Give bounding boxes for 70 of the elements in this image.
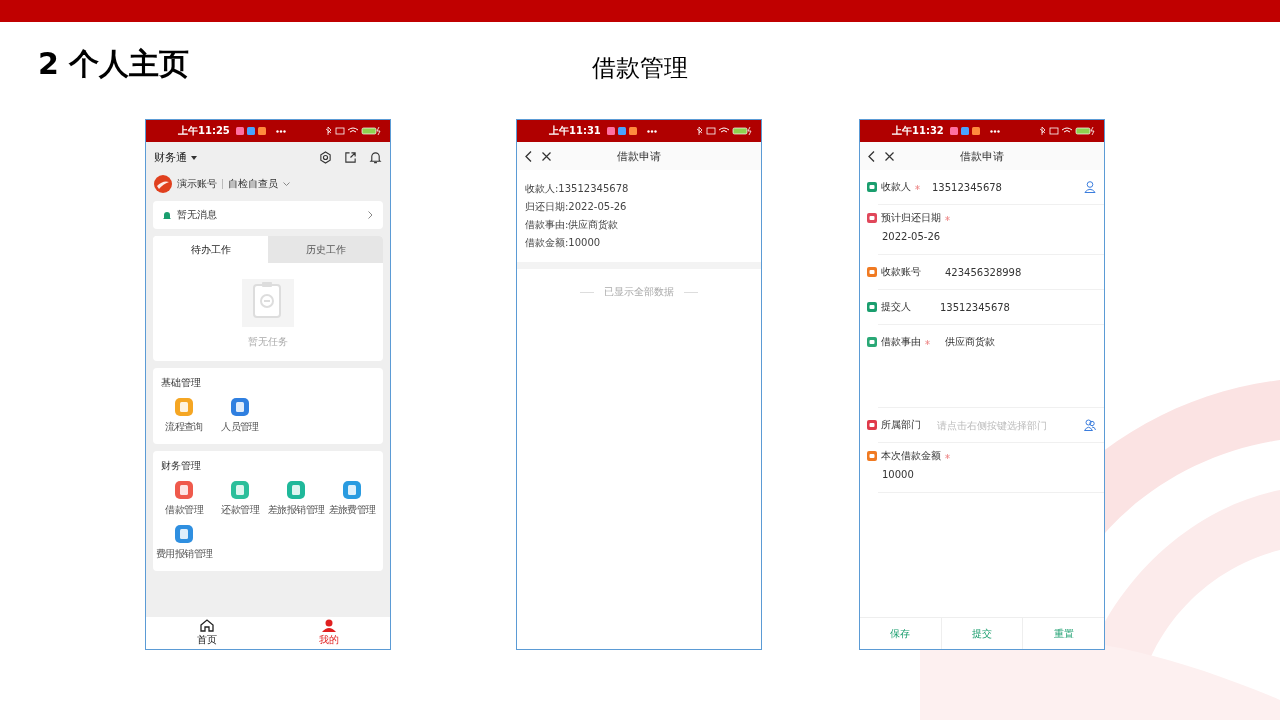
field-label: 提交人 — [881, 300, 911, 314]
settings-icon[interactable] — [319, 151, 332, 164]
back-icon[interactable] — [525, 150, 532, 162]
tab[interactable]: 历史工作 — [268, 236, 383, 263]
input-field[interactable]: 2022-05-26 — [882, 231, 1032, 242]
section-title: 财务管理 — [160, 459, 202, 473]
page-title: 借款申请 — [617, 148, 661, 164]
end-of-list-text: 已显示全部数据 — [604, 285, 674, 299]
field-label: 预计归还日期 — [881, 211, 941, 225]
menu-item-label[interactable]: 差旅费管理 — [328, 503, 376, 517]
more-icon — [646, 129, 657, 133]
menu-item-label[interactable]: 流程查询 — [165, 420, 203, 434]
input-field[interactable]: 13512345678 — [932, 181, 1072, 193]
input-field[interactable]: 13512345678 — [940, 301, 1080, 313]
more-icon — [275, 129, 286, 133]
dropdown-caret-icon[interactable] — [191, 155, 197, 160]
status-time: 上午11:25 — [178, 124, 230, 138]
notice-text: 暂无消息 — [177, 208, 217, 222]
app-tile-icon[interactable] — [231, 481, 250, 499]
field-label: 收款账号 — [881, 265, 921, 279]
chevron-right-icon — [368, 211, 373, 219]
input-field[interactable]: 供应商货款 — [945, 336, 1085, 348]
home-icon — [200, 619, 214, 632]
account-role[interactable]: 自检自查员 — [228, 177, 278, 191]
detail-line: 收款人:13512345678 — [525, 182, 630, 196]
slide-title: 2 个人主页 — [38, 45, 191, 83]
app-tile-icon[interactable] — [175, 398, 193, 416]
system-status-icons — [697, 127, 753, 135]
app-tile-icon[interactable] — [175, 481, 194, 499]
app-tile-icon[interactable] — [175, 525, 194, 543]
input-field[interactable]: 423456328998 — [945, 266, 1085, 278]
chevron-down-icon[interactable] — [283, 182, 290, 186]
close-icon[interactable] — [885, 151, 894, 161]
field-label: 借款事由 — [881, 335, 921, 349]
close-icon[interactable] — [542, 151, 551, 161]
app-tile-icon[interactable] — [287, 481, 306, 499]
status-time: 上午11:32 — [892, 124, 944, 138]
menu-item-label[interactable]: 借款管理 — [165, 503, 203, 517]
people-icon[interactable] — [1084, 419, 1096, 431]
app-tile-icon[interactable] — [231, 398, 249, 416]
bell-icon[interactable] — [369, 151, 382, 164]
page-title: 借款申请 — [960, 148, 1004, 164]
menu-item-label[interactable]: 差旅报销管理 — [268, 503, 325, 517]
empty-state-text: 暂无任务 — [248, 335, 288, 349]
menu-item-label[interactable]: 还款管理 — [221, 503, 259, 517]
bell-icon — [163, 210, 171, 220]
menu-item-label[interactable]: 人员管理 — [221, 420, 259, 434]
input-field[interactable]: 10000 — [882, 469, 1032, 480]
field-label: 收款人 — [881, 180, 911, 194]
detail-line: 归还日期:2022-05-26 — [525, 200, 628, 214]
field-label: 所属部门 — [881, 418, 921, 432]
person-icon — [322, 619, 336, 632]
app-title: 财务通 — [154, 150, 187, 165]
account-name: 演示账号 — [177, 177, 217, 191]
more-icon — [989, 129, 1000, 133]
status-time: 上午11:31 — [549, 124, 601, 138]
detail-line: 借款金额:10000 — [525, 236, 602, 250]
app-tile-icon[interactable] — [343, 481, 362, 499]
avatar-icon — [154, 175, 172, 193]
slide-heading: 借款管理 — [592, 53, 688, 84]
system-status-icons — [1040, 127, 1096, 135]
field-label: 本次借款金额 — [881, 449, 941, 463]
detail-line: 借款事由:供应商货款 — [525, 218, 620, 232]
notice-bar[interactable]: 暂无消息 — [153, 201, 383, 229]
menu-item-label[interactable]: 费用报销管理 — [156, 547, 213, 561]
back-icon[interactable] — [868, 150, 875, 162]
share-icon[interactable] — [344, 151, 357, 164]
person-icon[interactable] — [1084, 181, 1096, 193]
section-title: 基础管理 — [160, 376, 202, 390]
system-status-icons — [326, 127, 382, 135]
